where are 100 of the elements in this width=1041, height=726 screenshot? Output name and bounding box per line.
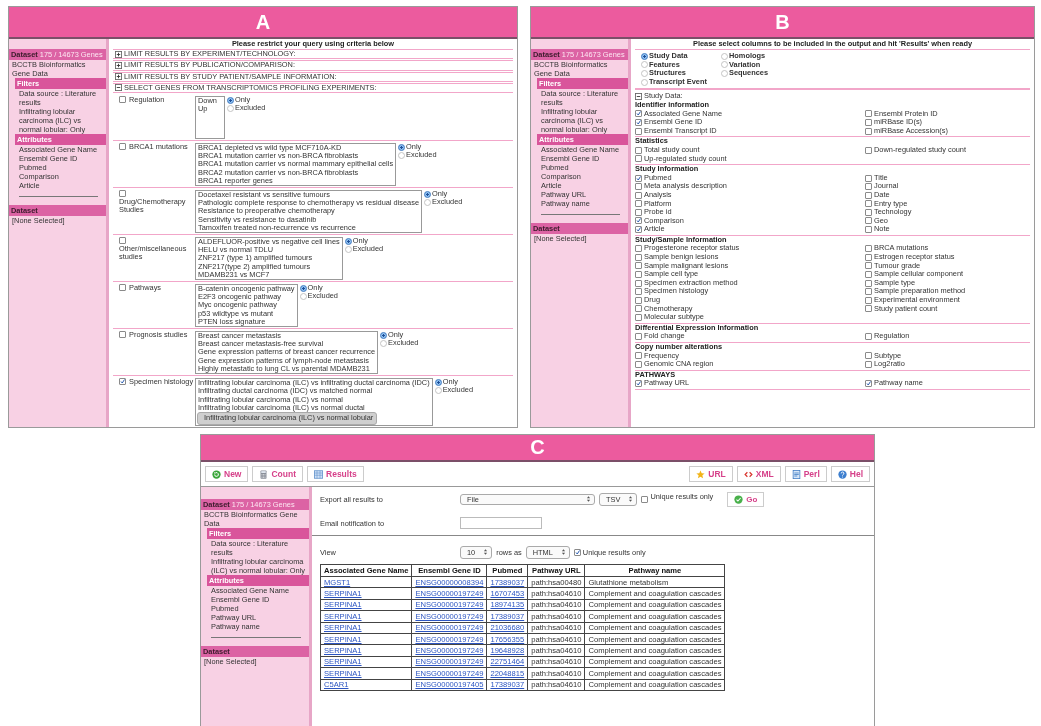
checkbox[interactable] — [865, 226, 872, 234]
radio-button[interactable] — [721, 61, 728, 69]
checkbox[interactable] — [865, 146, 872, 154]
checkbox[interactable] — [635, 155, 642, 163]
checkbox[interactable] — [635, 183, 642, 191]
radio-button[interactable] — [344, 237, 352, 245]
checkbox[interactable] — [635, 191, 642, 199]
listbox[interactable] — [195, 143, 397, 187]
checkbox[interactable] — [641, 495, 649, 503]
checkbox[interactable] — [865, 288, 872, 296]
checkbox[interactable] — [865, 217, 872, 225]
toolbar-button[interactable]: XML — [736, 466, 781, 482]
checkbox[interactable] — [865, 305, 872, 313]
checkbox[interactable] — [865, 262, 872, 270]
checkbox[interactable] — [635, 226, 642, 234]
checkbox[interactable] — [119, 143, 126, 150]
checkbox[interactable] — [865, 174, 872, 182]
checkbox[interactable] — [635, 380, 642, 388]
radio-button[interactable] — [721, 52, 728, 60]
collapse-icon[interactable] — [115, 84, 122, 92]
radio-button[interactable] — [398, 143, 406, 151]
toolbar-button[interactable]: Results — [307, 466, 364, 482]
toolbar-button[interactable]: Count — [252, 466, 304, 482]
checkbox[interactable] — [119, 331, 126, 339]
checkbox[interactable] — [865, 183, 872, 191]
checkbox[interactable] — [635, 333, 642, 341]
panel-label-bar: A — [9, 7, 517, 39]
checkbox[interactable] — [635, 217, 642, 225]
expand-icon[interactable] — [115, 62, 122, 69]
radio-button[interactable] — [227, 104, 234, 112]
checkbox[interactable] — [119, 378, 126, 386]
checkbox[interactable] — [865, 352, 872, 360]
checkbox[interactable] — [119, 284, 126, 292]
checkbox[interactable] — [635, 361, 642, 368]
checkbox[interactable] — [635, 110, 642, 118]
radio-button[interactable] — [380, 331, 388, 339]
checkbox[interactable] — [635, 146, 642, 154]
checkbox[interactable] — [635, 208, 642, 216]
checkbox[interactable] — [865, 333, 872, 341]
checkbox[interactable] — [865, 127, 872, 135]
checkbox[interactable] — [865, 118, 872, 126]
checkbox[interactable] — [865, 200, 872, 208]
radio-button[interactable] — [641, 52, 648, 60]
collapse-icon[interactable] — [635, 93, 642, 101]
checkbox[interactable] — [865, 110, 872, 118]
radio-button[interactable] — [424, 190, 432, 198]
radio-button[interactable] — [641, 78, 648, 86]
checkbox[interactable] — [865, 296, 872, 304]
up-down-arrows-icon — [586, 495, 591, 503]
checkbox[interactable] — [865, 380, 872, 388]
checkbox[interactable] — [635, 245, 642, 253]
checkbox[interactable] — [635, 262, 642, 270]
expand-icon[interactable] — [115, 73, 122, 81]
checkbox[interactable] — [635, 200, 642, 208]
checkbox[interactable] — [635, 271, 642, 279]
checkbox[interactable] — [119, 237, 126, 245]
toolbar-button[interactable]: Perl — [784, 466, 827, 482]
radio-button[interactable] — [344, 245, 352, 253]
checkbox[interactable] — [119, 96, 126, 103]
checkbox[interactable] — [865, 361, 872, 368]
checkbox[interactable] — [865, 245, 872, 253]
up-down-arrows-icon — [628, 495, 634, 503]
email-input-field[interactable] — [460, 517, 542, 529]
radio-button[interactable] — [641, 70, 648, 77]
checkbox[interactable] — [865, 279, 872, 287]
radio-button[interactable] — [398, 151, 406, 159]
help-icon — [837, 469, 847, 479]
expand-icon[interactable] — [115, 50, 122, 58]
radio-button[interactable] — [434, 386, 442, 394]
checkbox[interactable] — [635, 314, 642, 321]
toolbar-button[interactable]: URL — [689, 466, 733, 482]
checkbox[interactable] — [635, 127, 642, 135]
radio-button[interactable] — [299, 284, 307, 292]
go-button[interactable]: Go — [727, 491, 765, 507]
checkbox[interactable] — [865, 208, 872, 216]
toolbar-button[interactable]: New — [205, 466, 249, 482]
checkbox[interactable] — [635, 118, 642, 126]
checkbox[interactable] — [573, 548, 581, 556]
radio-button[interactable] — [227, 96, 234, 104]
checkbox[interactable] — [635, 352, 642, 360]
checkbox[interactable] — [635, 305, 642, 313]
listbox[interactable] — [195, 331, 379, 375]
listbox[interactable] — [195, 190, 423, 234]
checkbox[interactable] — [119, 190, 126, 198]
checkbox[interactable] — [635, 174, 642, 182]
toolbar-button[interactable]: Hel — [830, 466, 870, 482]
checkbox[interactable] — [635, 279, 642, 287]
checkbox[interactable] — [865, 191, 872, 199]
listbox[interactable] — [195, 378, 433, 426]
checkbox[interactable] — [865, 271, 872, 279]
radio-button[interactable] — [380, 339, 388, 347]
checkbox[interactable] — [635, 253, 642, 261]
radio-button[interactable] — [424, 198, 432, 206]
checkbox[interactable] — [865, 253, 872, 261]
checkbox[interactable] — [635, 296, 642, 304]
radio-button[interactable] — [721, 70, 728, 77]
radio-button[interactable] — [434, 378, 442, 386]
checkbox[interactable] — [635, 288, 642, 296]
radio-button[interactable] — [641, 61, 648, 69]
radio-button[interactable] — [299, 292, 307, 300]
